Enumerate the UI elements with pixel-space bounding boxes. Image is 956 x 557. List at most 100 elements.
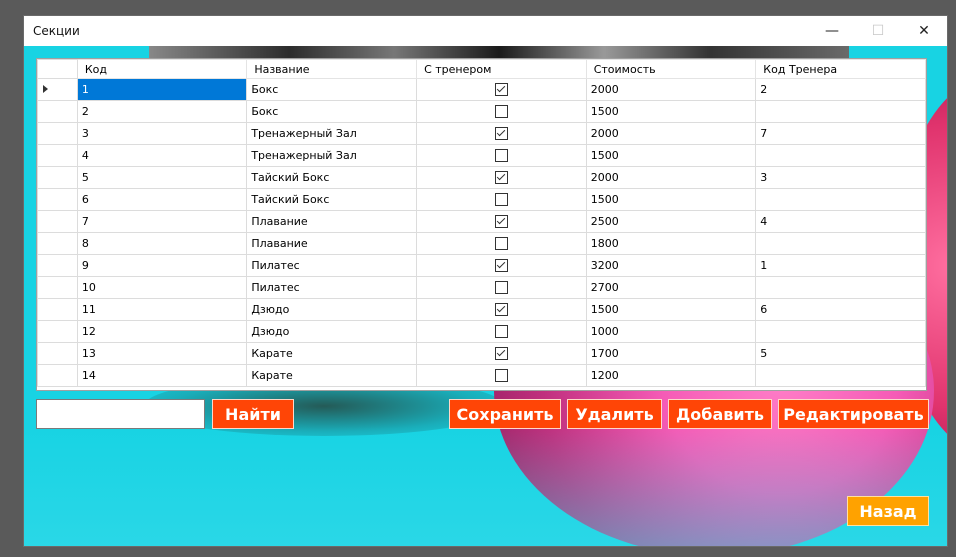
- cell-cost[interactable]: 1800: [585, 232, 757, 255]
- cell-cost[interactable]: 2000: [585, 78, 757, 101]
- table-row[interactable]: 4 Тренажерный Зал 1500: [37, 144, 926, 167]
- cell-code[interactable]: 8: [76, 232, 248, 255]
- checkbox-checked-icon[interactable]: [494, 83, 508, 97]
- cell-with-trainer[interactable]: [416, 232, 587, 255]
- checkbox-unchecked-icon[interactable]: [494, 193, 508, 207]
- sections-data-grid[interactable]: Код Название С тренером Стоимость Код Тр…: [36, 58, 927, 391]
- table-row[interactable]: 2 Бокс 1500: [37, 100, 926, 123]
- row-header[interactable]: [37, 232, 78, 255]
- table-row[interactable]: 7 Плавание 2500 4: [37, 210, 926, 233]
- cell-code[interactable]: 2: [76, 100, 248, 123]
- cell-trainer-code[interactable]: 6: [755, 298, 926, 321]
- cell-name[interactable]: Пилатес: [246, 276, 418, 299]
- cell-with-trainer[interactable]: [416, 298, 587, 321]
- cell-with-trainer[interactable]: [416, 166, 587, 189]
- cell-trainer-code[interactable]: [755, 320, 926, 343]
- cell-code[interactable]: 13: [76, 342, 248, 365]
- checkbox-unchecked-icon[interactable]: [494, 149, 508, 163]
- cell-code[interactable]: 4: [76, 144, 248, 167]
- column-header-code[interactable]: Код: [76, 59, 248, 79]
- edit-button[interactable]: Редактировать: [778, 399, 929, 429]
- row-header[interactable]: [37, 122, 78, 145]
- cell-trainer-code[interactable]: 7: [755, 122, 926, 145]
- cell-trainer-code[interactable]: [755, 276, 926, 299]
- cell-with-trainer[interactable]: [416, 276, 587, 299]
- cell-with-trainer[interactable]: [416, 144, 587, 167]
- cell-trainer-code[interactable]: [755, 232, 926, 255]
- row-header[interactable]: [37, 166, 78, 189]
- cell-with-trainer[interactable]: [416, 320, 587, 343]
- cell-with-trainer[interactable]: [416, 254, 587, 277]
- cell-with-trainer[interactable]: [416, 364, 587, 387]
- cell-with-trainer[interactable]: [416, 210, 587, 233]
- row-header[interactable]: [37, 78, 78, 101]
- cell-trainer-code[interactable]: 3: [755, 166, 926, 189]
- cell-name[interactable]: Бокс: [246, 100, 418, 123]
- row-header[interactable]: [37, 254, 78, 277]
- checkbox-checked-icon[interactable]: [494, 303, 508, 317]
- save-button[interactable]: Сохранить: [449, 399, 561, 429]
- cell-trainer-code[interactable]: [755, 144, 926, 167]
- cell-name[interactable]: Бокс: [246, 78, 418, 101]
- cell-trainer-code[interactable]: 2: [755, 78, 926, 101]
- cell-name[interactable]: Тренажерный Зал: [246, 144, 418, 167]
- cell-code[interactable]: 10: [76, 276, 248, 299]
- cell-cost[interactable]: 2500: [585, 210, 757, 233]
- row-header[interactable]: [37, 276, 78, 299]
- table-row[interactable]: 11 Дзюдо 1500 6: [37, 298, 926, 321]
- cell-trainer-code[interactable]: [755, 188, 926, 211]
- cell-name[interactable]: Плавание: [246, 232, 418, 255]
- column-header-name[interactable]: Название: [246, 59, 418, 79]
- cell-trainer-code[interactable]: 5: [755, 342, 926, 365]
- cell-cost[interactable]: 1500: [585, 298, 757, 321]
- table-row[interactable]: 10 Пилатес 2700: [37, 276, 926, 299]
- row-header-corner[interactable]: [37, 59, 78, 79]
- search-input[interactable]: [36, 399, 205, 429]
- cell-cost[interactable]: 1500: [585, 144, 757, 167]
- cell-with-trainer[interactable]: [416, 188, 587, 211]
- row-header[interactable]: [37, 342, 78, 365]
- cell-code[interactable]: 1: [76, 78, 248, 101]
- add-button[interactable]: Добавить: [668, 399, 772, 429]
- row-header[interactable]: [37, 100, 78, 123]
- row-header[interactable]: [37, 188, 78, 211]
- cell-name[interactable]: Пилатес: [246, 254, 418, 277]
- cell-code[interactable]: 7: [76, 210, 248, 233]
- cell-cost[interactable]: 2700: [585, 276, 757, 299]
- cell-name[interactable]: Карате: [246, 364, 418, 387]
- cell-code[interactable]: 12: [76, 320, 248, 343]
- cell-code[interactable]: 9: [76, 254, 248, 277]
- table-row[interactable]: 1 Бокс 2000 2: [37, 78, 926, 101]
- table-row[interactable]: 5 Тайский Бокс 2000 3: [37, 166, 926, 189]
- checkbox-unchecked-icon[interactable]: [494, 105, 508, 119]
- cell-code[interactable]: 11: [76, 298, 248, 321]
- table-row[interactable]: 6 Тайский Бокс 1500: [37, 188, 926, 211]
- cell-name[interactable]: Плавание: [246, 210, 418, 233]
- row-header[interactable]: [37, 298, 78, 321]
- cell-code[interactable]: 3: [76, 122, 248, 145]
- cell-with-trainer[interactable]: [416, 78, 587, 101]
- cell-name[interactable]: Дзюдо: [246, 298, 418, 321]
- table-row[interactable]: 14 Карате 1200: [37, 364, 926, 387]
- cell-code[interactable]: 14: [76, 364, 248, 387]
- cell-name[interactable]: Тайский Бокс: [246, 166, 418, 189]
- cell-trainer-code[interactable]: [755, 364, 926, 387]
- checkbox-checked-icon[interactable]: [494, 127, 508, 141]
- table-row[interactable]: 13 Карате 1700 5: [37, 342, 926, 365]
- title-bar[interactable]: Секции — ☐ ✕: [24, 16, 947, 46]
- column-header-with-trainer[interactable]: С тренером: [416, 59, 587, 79]
- checkbox-checked-icon[interactable]: [494, 215, 508, 229]
- cell-cost[interactable]: 3200: [585, 254, 757, 277]
- cell-cost[interactable]: 1700: [585, 342, 757, 365]
- cell-name[interactable]: Дзюдо: [246, 320, 418, 343]
- back-button[interactable]: Назад: [847, 496, 929, 526]
- cell-cost[interactable]: 1500: [585, 100, 757, 123]
- find-button[interactable]: Найти: [212, 399, 294, 429]
- checkbox-unchecked-icon[interactable]: [494, 237, 508, 251]
- row-header[interactable]: [37, 320, 78, 343]
- row-header[interactable]: [37, 144, 78, 167]
- close-button[interactable]: ✕: [901, 16, 947, 46]
- cell-code[interactable]: 6: [76, 188, 248, 211]
- checkbox-checked-icon[interactable]: [494, 259, 508, 273]
- cell-trainer-code[interactable]: 4: [755, 210, 926, 233]
